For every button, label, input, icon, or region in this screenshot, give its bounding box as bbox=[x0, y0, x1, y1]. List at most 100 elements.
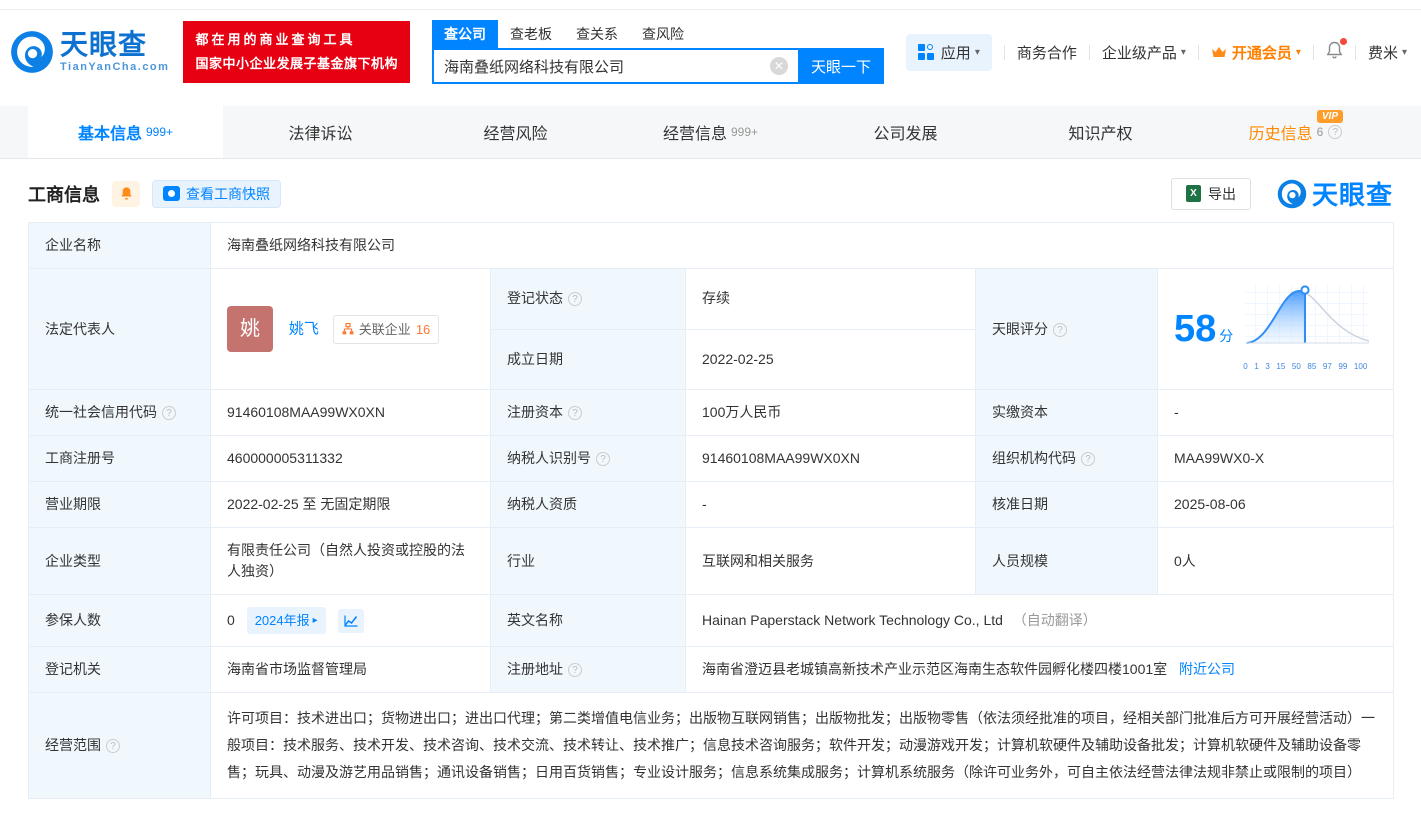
search-tab-risk[interactable]: 查风险 bbox=[630, 20, 696, 48]
crown-icon bbox=[1211, 46, 1226, 57]
clear-search-icon[interactable]: ✕ bbox=[769, 57, 788, 75]
taxpayer-quality-value: - bbox=[685, 481, 976, 528]
search-tab-relation[interactable]: 查关系 bbox=[564, 20, 630, 48]
help-icon[interactable] bbox=[162, 406, 176, 420]
score-axis-ticks: 0 1 3 15 50 85 97 99 100 bbox=[1243, 362, 1368, 371]
nav-vip-label: 开通会员 bbox=[1231, 44, 1292, 62]
watermark-logo: 天眼查 bbox=[1277, 175, 1393, 212]
related-companies-badge[interactable]: 关联企业 16 bbox=[332, 314, 440, 344]
reg-status-label: 登记状态 bbox=[490, 268, 686, 330]
nav-apps-label: 应用 bbox=[940, 44, 971, 62]
english-name-value: Hainan Paperstack Network Technology Co.… bbox=[702, 612, 1003, 628]
section-header: 工商信息 查看工商快照 导出 天眼查 bbox=[28, 175, 1393, 212]
paid-capital-value: - bbox=[1156, 389, 1395, 436]
search-input[interactable] bbox=[431, 48, 798, 84]
reg-address-label: 注册地址 bbox=[490, 646, 686, 693]
help-icon[interactable] bbox=[568, 292, 582, 307]
business-scope-value: 许可项目：技术进出口；货物进出口；进出口代理；第二类增值电信业务；出版物互联网销… bbox=[209, 692, 1395, 799]
trend-chart-button[interactable] bbox=[337, 609, 364, 634]
view-snapshot-button[interactable]: 查看工商快照 bbox=[152, 179, 281, 208]
excel-icon bbox=[1185, 185, 1201, 202]
nav-enterprise-label: 企业级产品 bbox=[1101, 44, 1177, 62]
reg-status-value: 存续 bbox=[685, 268, 976, 330]
nav-apps[interactable]: 应用 ▾ bbox=[905, 33, 992, 71]
chevron-down-icon: ▾ bbox=[1401, 46, 1407, 58]
divider bbox=[1197, 44, 1199, 60]
tab-history-info[interactable]: VIP 历史信息 6 bbox=[1198, 106, 1393, 158]
tab-badge: 999+ bbox=[730, 125, 759, 139]
nav-open-vip[interactable]: 开通会员 ▾ bbox=[1211, 42, 1301, 63]
search-tab-company[interactable]: 查公司 bbox=[431, 20, 498, 48]
monitor-bell-button[interactable] bbox=[112, 180, 140, 207]
score-marker bbox=[1300, 285, 1310, 295]
score-label: 天眼评分 bbox=[975, 268, 1158, 390]
auto-translate-note: （自动翻译） bbox=[1012, 612, 1097, 628]
annual-report-badge[interactable]: 2024年报 ▸ bbox=[246, 607, 326, 634]
score-value: 58 bbox=[1174, 308, 1217, 350]
top-navigation: 应用 ▾ 商务合作 企业级产品 ▾ 开通会员 ▾ 费米 ▾ bbox=[905, 33, 1407, 71]
help-icon[interactable] bbox=[596, 452, 610, 466]
tab-intellectual-property[interactable]: 知识产权 bbox=[1003, 106, 1198, 158]
tab-legal-litigation[interactable]: 法律诉讼 bbox=[223, 106, 418, 158]
insured-count-label: 参保人数 bbox=[28, 594, 211, 647]
nav-cooperation[interactable]: 商务合作 bbox=[1017, 42, 1077, 63]
header: 天眼查 TianYanCha.com 都在用的商业查询工具 国家中小企业发展子基… bbox=[0, 10, 1421, 96]
watermark-text: 天眼查 bbox=[1311, 180, 1393, 210]
taxpayer-id-label: 纳税人识别号 bbox=[490, 435, 686, 482]
nav-enterprise-products[interactable]: 企业级产品 ▾ bbox=[1102, 42, 1186, 63]
avatar[interactable]: 姚 bbox=[227, 306, 273, 352]
section-title: 工商信息 bbox=[28, 184, 100, 205]
insured-count-value: 0 bbox=[227, 612, 235, 628]
tab-operation-risk[interactable]: 经营风险 bbox=[418, 106, 613, 158]
table-row: 登记机关 海南省市场监督管理局 注册地址 海南省澄迈县老城镇高新技术产业示范区海… bbox=[28, 646, 1395, 693]
tab-company-development[interactable]: 公司发展 bbox=[808, 106, 1003, 158]
divider bbox=[1354, 44, 1356, 60]
help-icon[interactable] bbox=[1081, 452, 1095, 466]
nearby-companies-link[interactable]: 附近公司 bbox=[1179, 661, 1235, 677]
search-button[interactable]: 天眼一下 bbox=[797, 48, 884, 84]
help-icon[interactable] bbox=[1328, 125, 1343, 139]
business-term-label: 营业期限 bbox=[28, 481, 211, 528]
chevron-right-icon: ▸ bbox=[312, 615, 318, 626]
export-label: 导出 bbox=[1207, 185, 1236, 202]
credit-code-label: 统一社会信用代码 bbox=[28, 389, 211, 436]
help-icon[interactable] bbox=[106, 739, 120, 753]
nav-cooperation-label: 商务合作 bbox=[1016, 44, 1077, 62]
help-icon[interactable] bbox=[1053, 322, 1067, 337]
table-row: 统一社会信用代码 91460108MAA99WX0XN 注册资本 100万人民币… bbox=[28, 389, 1395, 436]
tab-business-info[interactable]: 经营信息 999+ bbox=[613, 106, 808, 158]
logo-swirl-icon bbox=[1277, 179, 1307, 208]
tianyancha-logo[interactable]: 天眼查 TianYanCha.com bbox=[10, 30, 169, 74]
tab-basic-info[interactable]: 基本信息 999+ bbox=[28, 106, 223, 158]
notification-bell[interactable] bbox=[1326, 37, 1347, 64]
slogan-line-1: 都在用的商业查询工具 bbox=[195, 31, 356, 47]
bell-curve-chart bbox=[1245, 285, 1370, 344]
credit-code-value: 91460108MAA99WX0XN bbox=[210, 389, 491, 436]
tab-label: 历史信息 bbox=[1248, 126, 1313, 143]
business-scope-label: 经营范围 bbox=[28, 692, 211, 799]
logo-title: 天眼查 bbox=[60, 29, 148, 60]
logo-domain: TianYanCha.com bbox=[60, 61, 170, 73]
nav-user[interactable]: 费米 ▾ bbox=[1368, 42, 1407, 63]
org-code-label: 组织机构代码 bbox=[975, 435, 1158, 482]
reg-capital-value: 100万人民币 bbox=[685, 389, 976, 436]
taxpayer-id-value: 91460108MAA99WX0XN bbox=[685, 435, 976, 482]
search-tab-boss[interactable]: 查老板 bbox=[498, 20, 564, 48]
company-name-value: 海南叠纸网络科技有限公司 bbox=[209, 222, 1395, 269]
export-button[interactable]: 导出 bbox=[1170, 177, 1251, 210]
tab-label: 经营信息 bbox=[662, 126, 727, 143]
tab-label: 基本信息 bbox=[77, 126, 142, 143]
chevron-down-icon: ▾ bbox=[1180, 46, 1186, 58]
table-row: 营业期限 2022-02-25 至 无固定期限 纳税人资质 - 核准日期 202… bbox=[28, 481, 1395, 528]
reg-number-label: 工商注册号 bbox=[28, 435, 211, 482]
legal-rep-link[interactable]: 姚飞 bbox=[289, 321, 319, 338]
bell-icon bbox=[120, 187, 132, 200]
staff-size-value: 0人 bbox=[1156, 527, 1395, 595]
score-unit: 分 bbox=[1219, 327, 1234, 344]
table-row: 企业类型 有限责任公司（自然人投资或控股的法人独资） 行业 互联网和相关服务 人… bbox=[28, 527, 1395, 595]
help-icon[interactable] bbox=[568, 406, 582, 420]
establish-date-label: 成立日期 bbox=[490, 328, 686, 390]
help-icon[interactable] bbox=[568, 663, 582, 677]
divider bbox=[1312, 44, 1314, 60]
legal-rep-label: 法定代表人 bbox=[28, 268, 211, 390]
